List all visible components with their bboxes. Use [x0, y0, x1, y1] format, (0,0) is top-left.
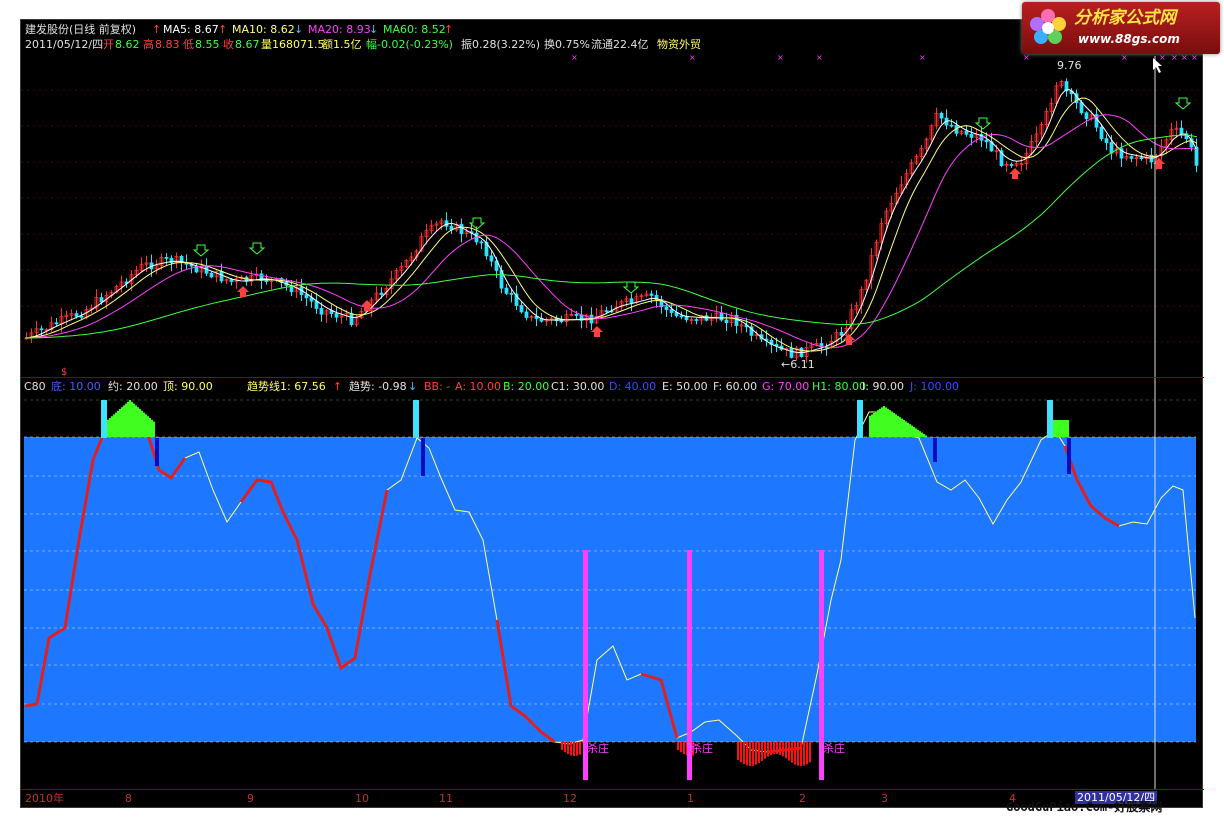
- svg-text:×: ×: [1181, 53, 1188, 62]
- param-c1: C1: 30.00: [551, 380, 605, 393]
- indicator-params: C80 底: 10.00 约: 20.00 顶: 90.00 趋势线1: 67.…: [21, 379, 1204, 395]
- kill-signal-label: 杀庄: [823, 742, 845, 755]
- date-axis-label: 2: [799, 792, 806, 805]
- svg-text:×: ×: [919, 53, 926, 62]
- param-top: 顶: 90.00: [163, 380, 213, 393]
- svg-text:×: ×: [1121, 53, 1128, 62]
- svg-text:×: ×: [777, 53, 784, 62]
- kill-signal-label: 杀庄: [691, 742, 713, 755]
- param-f: F: 60.00: [713, 380, 758, 393]
- svg-text:×: ×: [1023, 53, 1030, 62]
- date-axis-label: 12: [563, 792, 577, 805]
- flower-logo-icon: [1030, 9, 1066, 44]
- param-e: E: 50.00: [662, 380, 708, 393]
- param-b: B: 20.00: [503, 380, 550, 393]
- candlesticks: [24, 78, 1199, 363]
- date-axis-label: 8: [125, 792, 132, 805]
- logo-title: 分析家公式网: [1074, 8, 1176, 28]
- logo-url: www.88gs.com: [1078, 32, 1180, 46]
- date-axis-label: 2010年: [25, 792, 64, 805]
- up-arrow-icon: ↑: [333, 380, 343, 393]
- svg-text:×: ×: [689, 53, 696, 62]
- chart-canvas[interactable]: × × × × × × × × × × ×: [21, 20, 1202, 789]
- param-bb: BB: -: [424, 380, 451, 393]
- axis-divider: [21, 789, 1204, 790]
- low-price-label: ←6.11: [781, 358, 815, 371]
- svg-text:×: ×: [1191, 53, 1198, 62]
- date-axis-label: 1: [687, 792, 694, 805]
- indicator-panel: [24, 399, 1196, 780]
- down-arrow-icon: ↓: [408, 380, 418, 393]
- footer-watermark: GoodGuPiao.Com-好股票网: [1006, 800, 1163, 814]
- date-axis-label: 10: [355, 792, 369, 805]
- svg-text:×: ×: [816, 53, 823, 62]
- param-bottom: 底: 10.00: [51, 380, 101, 393]
- param-trend: 趋势: -0.98: [349, 380, 407, 393]
- indicator-name: C80: [24, 380, 46, 393]
- param-d: D: 40.00: [609, 380, 657, 393]
- date-axis-label: 11: [439, 792, 453, 805]
- svg-text:×: ×: [1171, 53, 1178, 62]
- chart-window[interactable]: 建发股份(日线 前复权) ↑ MA5: 8.67 ↑ MA10: 8.62 ↓ …: [20, 19, 1204, 808]
- param-a: A: 10.00: [455, 380, 502, 393]
- param-i: I: 90.00: [862, 380, 904, 393]
- kill-signal-label: 杀庄: [587, 742, 609, 755]
- date-axis-label: 3: [881, 792, 888, 805]
- high-price-label: 9.76: [1057, 59, 1082, 72]
- svg-text:×: ×: [1159, 53, 1166, 62]
- param-about: 约: 20.00: [108, 380, 158, 393]
- price-grid: [21, 89, 1202, 343]
- svg-text:×: ×: [571, 53, 578, 62]
- param-j: J: 100.00: [910, 380, 959, 393]
- param-h1: H1: 80.00: [812, 380, 866, 393]
- date-axis-label: 9: [247, 792, 254, 805]
- price-signal-arrows: × × × × × × × × × × ×: [192, 53, 1198, 345]
- param-trend1: 趋势线1: 67.56: [247, 380, 326, 393]
- site-logo: 分析家公式网 www.88gs.com: [1022, 2, 1220, 54]
- panel-divider: [21, 377, 1204, 378]
- param-g: G: 70.00: [762, 380, 810, 393]
